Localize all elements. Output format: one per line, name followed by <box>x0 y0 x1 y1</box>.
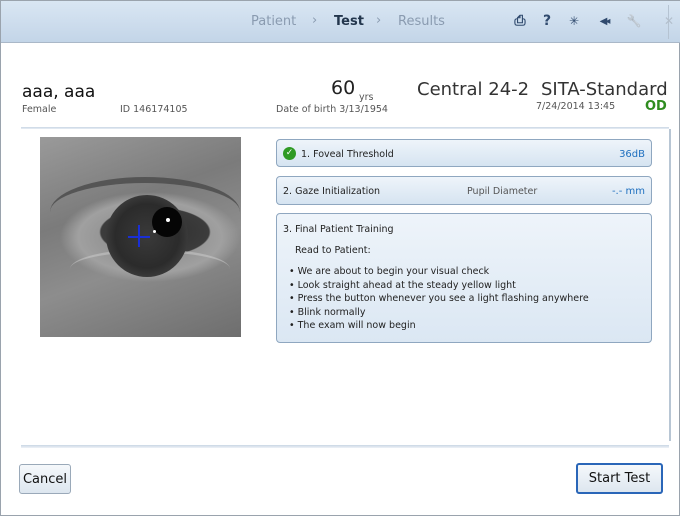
app-window: Patient › Test › Results ⎙ ? ✳ ◀◂ 🔧 ✕ aa… <box>0 0 680 516</box>
step-label: 1. Foveal Threshold <box>301 149 394 160</box>
cancel-button[interactable]: Cancel <box>19 464 71 494</box>
test-strategy: SITA-Standard <box>541 79 668 100</box>
step-final-training: 3. Final Patient Training Read to Patien… <box>276 213 652 343</box>
read-to-patient-label: Read to Patient: <box>295 245 371 256</box>
list-item: • Blink normally <box>289 306 366 318</box>
printer-icon[interactable]: ⎙ <box>511 12 529 30</box>
eye-camera-image <box>40 137 241 337</box>
step-label: 2. Gaze Initialization <box>283 186 381 197</box>
close-icon[interactable]: ✕ <box>660 12 678 30</box>
patient-age: 60 <box>331 77 356 99</box>
pupil-diameter-value: -.- mm <box>611 186 645 197</box>
instruction-list: • We are about to begin your visual chec… <box>289 265 589 333</box>
gaze-crosshair-icon <box>138 225 140 247</box>
brightness-icon[interactable]: ✳ <box>565 12 583 30</box>
patient-dob: Date of birth 3/13/1954 <box>276 104 388 115</box>
top-nav-bar: Patient › Test › Results ⎙ ? ✳ ◀◂ 🔧 ✕ <box>1 1 680 43</box>
crumb-results[interactable]: Results <box>398 14 445 29</box>
pupil <box>152 207 182 237</box>
scrollbar[interactable] <box>669 129 671 441</box>
patient-age-unit: yrs <box>359 92 374 103</box>
step-label: 3. Final Patient Training <box>283 224 394 235</box>
list-item: • The exam will now begin <box>289 320 416 331</box>
list-item: • We are about to begin your visual chec… <box>289 266 490 277</box>
patient-id: ID 146174105 <box>120 104 188 115</box>
step-gaze-initialization: 2. Gaze Initialization Pupil Diameter -.… <box>276 176 652 205</box>
volume-icon[interactable]: ◀◂ <box>595 12 613 30</box>
wrench-icon[interactable]: 🔧 <box>625 12 643 30</box>
corneal-reflection <box>166 218 170 222</box>
footer-divider <box>21 445 669 448</box>
crumb-separator: › <box>376 13 382 28</box>
patient-gender: Female <box>22 104 57 115</box>
test-pattern: Central 24-2 <box>417 79 530 100</box>
header-divider <box>21 127 669 129</box>
corneal-reflection <box>153 230 156 233</box>
check-icon: ✓ <box>283 147 296 160</box>
start-test-button[interactable]: Start Test <box>576 463 663 494</box>
help-icon[interactable]: ? <box>538 12 556 30</box>
patient-name: aaa, aaa <box>22 82 96 102</box>
list-item: • Press the button whenever you see a li… <box>289 293 589 304</box>
crumb-separator: › <box>312 13 318 28</box>
crumb-patient[interactable]: Patient <box>251 14 296 29</box>
test-datetime: 7/24/2014 13:45 <box>536 101 616 112</box>
pupil-diameter-label: Pupil Diameter <box>467 186 538 197</box>
eye-indicator: OD <box>645 99 667 114</box>
list-item: • Look straight ahead at the steady yell… <box>289 279 516 291</box>
crumb-test[interactable]: Test <box>334 14 364 29</box>
foveal-value: 36dB <box>619 149 645 160</box>
step-foveal-threshold: ✓ 1. Foveal Threshold 36dB <box>276 139 652 167</box>
